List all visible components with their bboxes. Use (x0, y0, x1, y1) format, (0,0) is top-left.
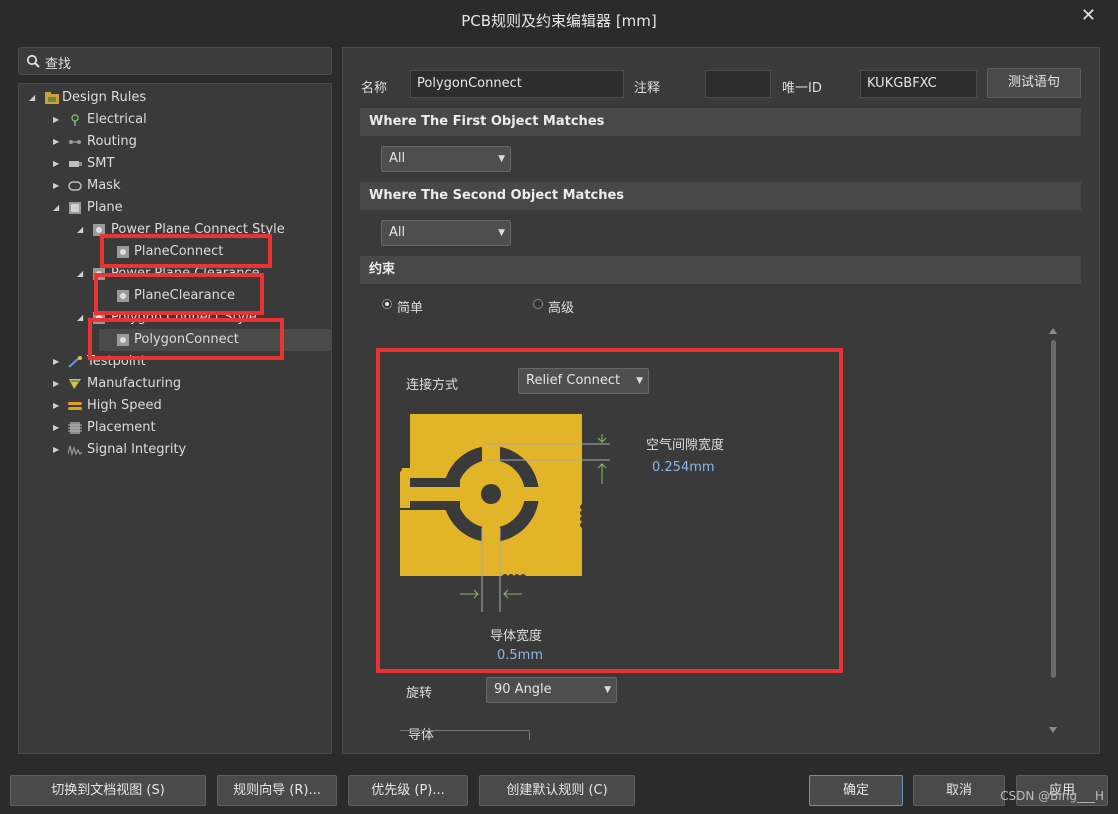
dropdown-arrow-icon: ▼ (498, 154, 505, 164)
rotation-label: 旋转 (406, 686, 433, 701)
window-title: PCB规则及约束编辑器 [mm] (461, 12, 657, 30)
rule-wizard-button[interactable]: 规则向导 (R)... (217, 775, 337, 806)
dropdown-arrow-icon: ▼ (604, 685, 611, 695)
smt-icon (69, 161, 82, 167)
dropdown-arrow-icon: ▼ (498, 228, 505, 238)
rule-tree[interactable]: ◢ Design Rules ▶ Electrical ▶ Routing ▶ … (18, 83, 332, 754)
signal-integrity-icon (68, 445, 82, 456)
scroll-down-icon[interactable] (1049, 727, 1057, 733)
routing-icon (69, 140, 81, 144)
collapse-icon[interactable]: ◢ (29, 87, 39, 109)
conductor-group-frame (400, 730, 530, 740)
expand-icon[interactable]: ▶ (53, 439, 63, 461)
create-default-rules-button[interactable]: 创建默认规则 (C) (479, 775, 635, 806)
collapse-icon[interactable]: ◢ (77, 307, 87, 329)
watermark: CSDN @Bing___H (1000, 789, 1104, 803)
collapse-icon[interactable]: ◢ (53, 197, 63, 219)
comment-field[interactable] (705, 70, 771, 98)
constraints-header: 约束 (360, 256, 1081, 284)
manufacturing-icon (69, 379, 81, 389)
simple-mode-radio[interactable] (382, 299, 392, 309)
rotation-select[interactable]: 90 Angle ▼ (486, 677, 617, 703)
folder-icon (45, 92, 59, 104)
search-input[interactable]: 查找 (18, 47, 332, 75)
expand-icon[interactable]: ▶ (53, 395, 63, 417)
highlight-box-planeclearance (94, 273, 264, 315)
expand-icon[interactable]: ▶ (53, 417, 63, 439)
simple-mode-label: 简单 (397, 301, 424, 316)
first-object-header: Where The First Object Matches (360, 108, 1081, 136)
advanced-mode-radio[interactable] (533, 299, 543, 309)
expand-icon[interactable]: ▶ (53, 131, 63, 153)
title-bar: PCB规则及约束编辑器 [mm] ✕ (0, 0, 1118, 38)
test-query-button[interactable]: 测试语句 (987, 68, 1081, 98)
ok-button[interactable]: 确定 (809, 775, 903, 806)
expand-icon[interactable]: ▶ (53, 351, 63, 373)
search-text: 查找 (45, 57, 72, 72)
expand-icon[interactable]: ▶ (53, 109, 63, 131)
name-label: 名称 (361, 81, 388, 96)
scroll-up-icon[interactable] (1049, 328, 1057, 334)
cancel-button[interactable]: 取消 (913, 775, 1005, 806)
collapse-icon[interactable]: ◢ (77, 219, 87, 241)
scrollbar-thumb[interactable] (1051, 340, 1056, 678)
doc-view-button[interactable]: 切换到文档视图 (S) (10, 775, 206, 806)
priority-button[interactable]: 优先级 (P)... (348, 775, 468, 806)
expand-icon[interactable]: ▶ (53, 153, 63, 175)
mask-icon (68, 181, 82, 191)
advanced-mode-label: 高级 (548, 301, 575, 316)
close-icon[interactable]: ✕ (1081, 5, 1096, 26)
name-field[interactable]: PolygonConnect (410, 70, 624, 98)
collapse-icon[interactable]: ◢ (77, 263, 87, 285)
plane-icon (69, 202, 81, 214)
second-object-header: Where The Second Object Matches (360, 182, 1081, 210)
comment-label: 注释 (634, 81, 661, 96)
first-object-select[interactable]: All ▼ (381, 146, 511, 172)
highlight-box-polygonconnect (88, 318, 284, 360)
search-icon (26, 54, 40, 68)
highlight-box-constraints (376, 348, 843, 673)
placement-icon (68, 422, 82, 434)
uid-label: 唯一ID (782, 81, 822, 96)
testpoint-icon (68, 356, 82, 368)
expand-icon[interactable]: ▶ (53, 373, 63, 395)
highlight-box-planeconnect (100, 234, 272, 268)
high-speed-icon (68, 402, 82, 410)
second-object-select[interactable]: All ▼ (381, 220, 511, 246)
uid-field[interactable]: KUKGBFXC (860, 70, 977, 98)
expand-icon[interactable]: ▶ (53, 175, 63, 197)
electrical-icon (71, 114, 79, 126)
